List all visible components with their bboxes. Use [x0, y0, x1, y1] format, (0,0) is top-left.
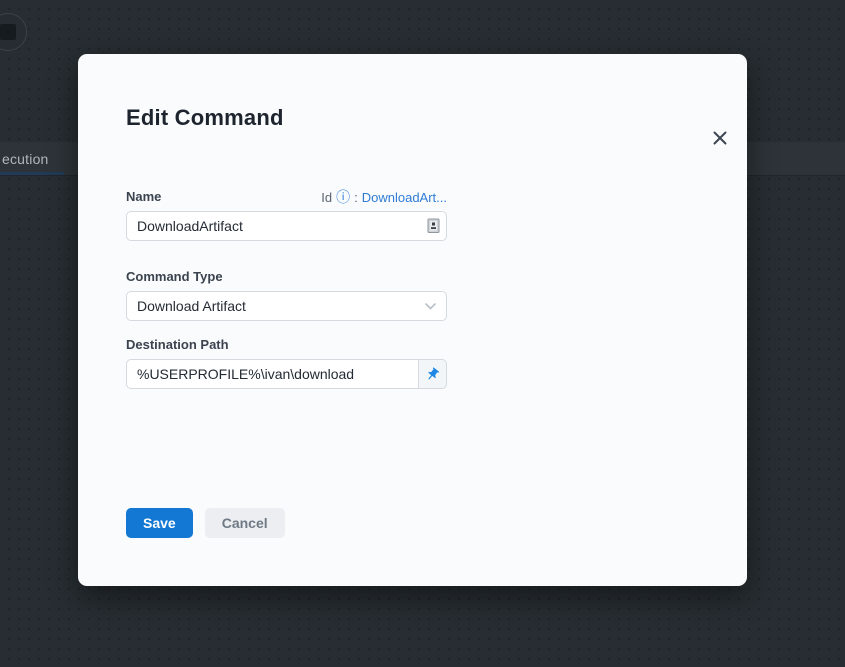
- page: { "background": { "stop_button_name": "s…: [0, 0, 845, 667]
- stop-button[interactable]: [0, 13, 27, 51]
- modal-title: Edit Command: [126, 104, 699, 132]
- id-separator: :: [354, 190, 358, 205]
- name-input[interactable]: [126, 211, 447, 241]
- command-id-row: Id ⓘ : DownloadArt...: [321, 190, 447, 205]
- chevron-down-icon: [425, 303, 436, 310]
- id-label: Id: [321, 190, 332, 205]
- destination-path-label: Destination Path: [126, 337, 447, 353]
- close-button[interactable]: [706, 124, 734, 152]
- command-type-select[interactable]: Download Artifact: [126, 291, 447, 321]
- name-label-row: Name Id ⓘ : DownloadArt...: [126, 189, 447, 205]
- name-label: Name: [126, 189, 161, 205]
- tab-execution[interactable]: ecution: [0, 142, 49, 176]
- cancel-button[interactable]: Cancel: [205, 508, 285, 538]
- save-button[interactable]: Save: [126, 508, 193, 538]
- name-field: Name Id ⓘ : DownloadArt...: [126, 189, 447, 241]
- command-type-label: Command Type: [126, 269, 447, 285]
- close-icon: [713, 131, 727, 145]
- info-icon[interactable]: ⓘ: [336, 190, 350, 204]
- pushpin-icon: [422, 363, 443, 384]
- destination-path-input[interactable]: [126, 359, 419, 389]
- pin-button[interactable]: [419, 359, 447, 389]
- name-input-wrap: [126, 211, 447, 241]
- autofill-icon: [427, 218, 440, 239]
- command-type-field: Command Type Download Artifact: [126, 269, 447, 321]
- button-row: Save Cancel: [126, 508, 447, 538]
- form-fields: Name Id ⓘ : DownloadArt...: [126, 189, 447, 538]
- command-id-link[interactable]: DownloadArt...: [362, 190, 447, 205]
- stop-icon: [0, 24, 16, 40]
- active-tab-indicator: [0, 172, 64, 175]
- destination-path-group: [126, 359, 447, 389]
- command-type-value: Download Artifact: [137, 298, 246, 314]
- edit-command-modal: Edit Command Name Id ⓘ : DownloadArt...: [78, 54, 747, 586]
- destination-path-field: Destination Path: [126, 337, 447, 389]
- tab-label: ecution: [2, 151, 49, 167]
